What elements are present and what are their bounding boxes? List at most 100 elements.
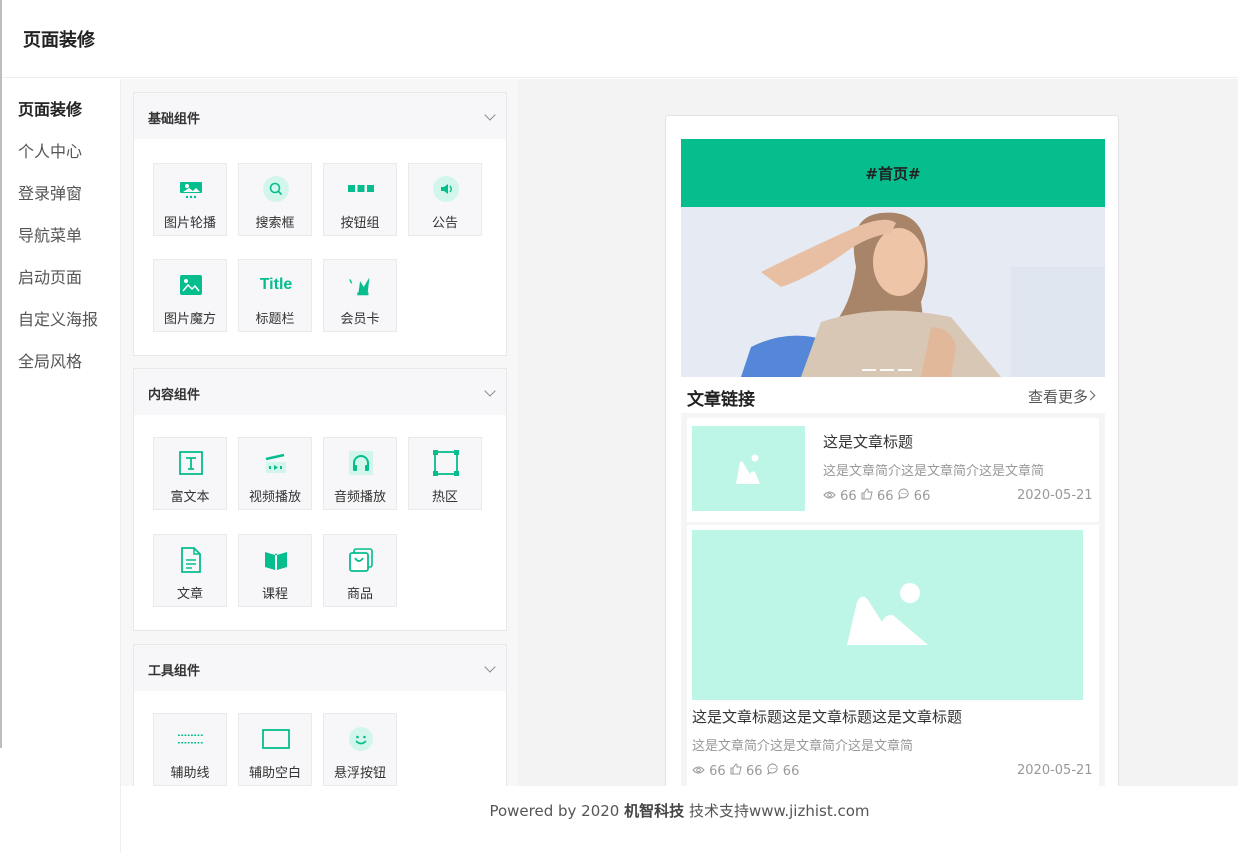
course-icon <box>262 547 290 573</box>
tile-label: 文章 <box>176 587 203 602</box>
page-header: 页面装修 <box>2 0 1238 78</box>
app-frame: 页面装修 页面装修 个人中心 登录弹窗 导航菜单 启动页面 自定义海报 全局风格… <box>0 0 1238 853</box>
group-title: 基础组件 <box>148 112 201 127</box>
footer-suffix: 技术支持www.jizhist.com <box>688 802 870 820</box>
tile-float-button[interactable]: 悬浮按钮 <box>323 713 397 786</box>
headphone-icon <box>347 450 375 476</box>
article-card[interactable]: 这是文章标题 这是文章简介这是文章简介这是文章简 66 66 66 2020-0… <box>687 418 1099 522</box>
thumbs-up-icon <box>730 763 742 775</box>
footer-text: Powered by 2020 机智科技 技术支持www.jizhist.com <box>121 800 1238 821</box>
tile-label: 公告 <box>431 216 458 231</box>
title-icon: Title <box>259 276 293 293</box>
crown-icon <box>347 272 375 298</box>
sidebar-item-global-style[interactable]: 全局风格 <box>18 348 82 372</box>
eye-icon <box>823 491 836 499</box>
article-summary: 这是文章简介这是文章简介这是文章简 <box>692 739 914 754</box>
sidebar-item-launch-page[interactable]: 启动页面 <box>18 264 82 288</box>
preview-top-bar[interactable]: #首页# <box>681 139 1105 207</box>
tile-title-bar[interactable]: Title 标题栏 <box>238 259 312 332</box>
group-header[interactable]: 内容组件 <box>134 369 506 415</box>
view-count: 66 <box>840 489 857 504</box>
tile-label: 标题栏 <box>255 312 295 327</box>
article-list: 这是文章标题 这是文章简介这是文章简介这是文章简 66 66 66 2020-0… <box>681 413 1105 786</box>
tile-label: 图片轮播 <box>163 216 216 231</box>
tile-label: 热区 <box>431 490 458 505</box>
chevron-down-icon[interactable] <box>484 109 496 121</box>
preview-page-title: #首页# <box>865 165 921 183</box>
sidebar-item-page-decoration[interactable]: 页面装修 <box>18 96 82 120</box>
tile-divider[interactable]: 辅助线 <box>153 713 227 786</box>
sidebar: 页面装修 个人中心 登录弹窗 导航菜单 启动页面 自定义海报 全局风格 <box>2 79 121 853</box>
tile-label: 悬浮按钮 <box>333 766 386 781</box>
preview-area: #首页# 文章链接 查看更多 这是文章标题 这是文章简介这是文章简介这是文章简 … <box>518 79 1238 786</box>
article-date: 2020-05-21 <box>1017 763 1093 778</box>
sidebar-item-nav-menu[interactable]: 导航菜单 <box>18 222 82 246</box>
float-button-icon <box>347 726 375 752</box>
tile-label: 图片魔方 <box>163 312 216 327</box>
tile-goods[interactable]: 商品 <box>323 534 397 607</box>
page-title: 页面装修 <box>23 30 95 51</box>
article-title: 这是文章标题 <box>823 433 914 451</box>
group-content-components: 内容组件 富文本 视频播放 音频播放 热区 文章 课程 商品 <box>133 368 507 631</box>
article-summary: 这是文章简介这是文章简介这是文章简 <box>823 464 1045 479</box>
article-cover <box>692 530 1083 700</box>
group-header[interactable]: 工具组件 <box>134 645 506 691</box>
hotspot-icon <box>432 450 460 476</box>
tile-label: 辅助线 <box>170 766 210 781</box>
chevron-down-icon[interactable] <box>484 661 496 673</box>
view-count: 66 <box>709 764 726 779</box>
divider-icon <box>177 726 205 752</box>
comment-count: 66 <box>782 764 800 779</box>
eye-icon <box>692 766 705 774</box>
blank-icon <box>262 726 290 752</box>
tile-button-group[interactable]: 按钮组 <box>323 163 397 236</box>
tile-label: 搜索框 <box>255 216 295 231</box>
tile-search[interactable]: 搜索框 <box>238 163 312 236</box>
tile-video[interactable]: 视频播放 <box>238 437 312 510</box>
thumbs-up-icon <box>861 488 873 500</box>
footer-brand: 机智科技 <box>624 802 685 820</box>
tile-member-card[interactable]: 会员卡 <box>323 259 397 332</box>
article-thumbnail <box>692 426 805 511</box>
page-footer: Powered by 2020 机智科技 技术支持www.jizhist.com <box>121 786 1238 853</box>
view-more-link[interactable]: 查看更多 <box>1028 386 1088 407</box>
image-placeholder-icon <box>847 583 928 645</box>
carousel-indicator[interactable] <box>862 356 916 375</box>
group-title: 工具组件 <box>148 664 201 679</box>
article-card[interactable]: 这是文章标题这是文章标题这是文章标题 这是文章简介这是文章简介这是文章简 66 … <box>687 525 1099 786</box>
tile-course[interactable]: 课程 <box>238 534 312 607</box>
tile-label: 音频播放 <box>333 490 386 505</box>
sidebar-item-login-popup[interactable]: 登录弹窗 <box>18 180 82 204</box>
tile-label: 按钮组 <box>340 216 380 231</box>
article-date: 2020-05-21 <box>1017 488 1093 503</box>
sidebar-item-custom-poster[interactable]: 自定义海报 <box>18 306 98 330</box>
like-count: 66 <box>745 764 763 779</box>
sidebar-item-personal-center[interactable]: 个人中心 <box>18 138 82 162</box>
comment-count: 66 <box>913 489 931 504</box>
tile-blank[interactable]: 辅助空白 <box>238 713 312 786</box>
chevron-down-icon[interactable] <box>484 385 496 397</box>
rich-text-icon <box>177 450 205 476</box>
carousel-icon <box>177 176 205 202</box>
group-header[interactable]: 基础组件 <box>134 93 506 139</box>
tile-rich-text[interactable]: 富文本 <box>153 437 227 510</box>
tile-notice[interactable]: 公告 <box>408 163 482 236</box>
article-title: 这是文章标题这是文章标题这是文章标题 <box>692 708 963 726</box>
tile-image-cube[interactable]: 图片魔方 <box>153 259 227 332</box>
tile-hotspot[interactable]: 热区 <box>408 437 482 510</box>
tile-article[interactable]: 文章 <box>153 534 227 607</box>
group-basic-components: 基础组件 图片轮播 搜索框 按钮组 公告 图片魔方 Title 标题栏 会员卡 <box>133 92 507 356</box>
section-title: 文章链接 <box>687 390 755 410</box>
group-tool-components: 工具组件 辅助线 辅助空白 悬浮按钮 <box>133 644 507 786</box>
group-title: 内容组件 <box>148 388 201 403</box>
tile-audio[interactable]: 音频播放 <box>323 437 397 510</box>
image-placeholder-icon <box>736 454 760 484</box>
goods-icon <box>347 547 375 573</box>
component-panel: 基础组件 图片轮播 搜索框 按钮组 公告 图片魔方 Title 标题栏 会员卡 … <box>121 79 518 786</box>
comment-icon <box>897 488 909 501</box>
tile-label: 富文本 <box>170 490 210 505</box>
tile-carousel[interactable]: 图片轮播 <box>153 163 227 236</box>
banner-photo <box>681 207 1105 377</box>
banner-carousel[interactable] <box>681 207 1105 377</box>
button-group-icon <box>347 176 375 202</box>
